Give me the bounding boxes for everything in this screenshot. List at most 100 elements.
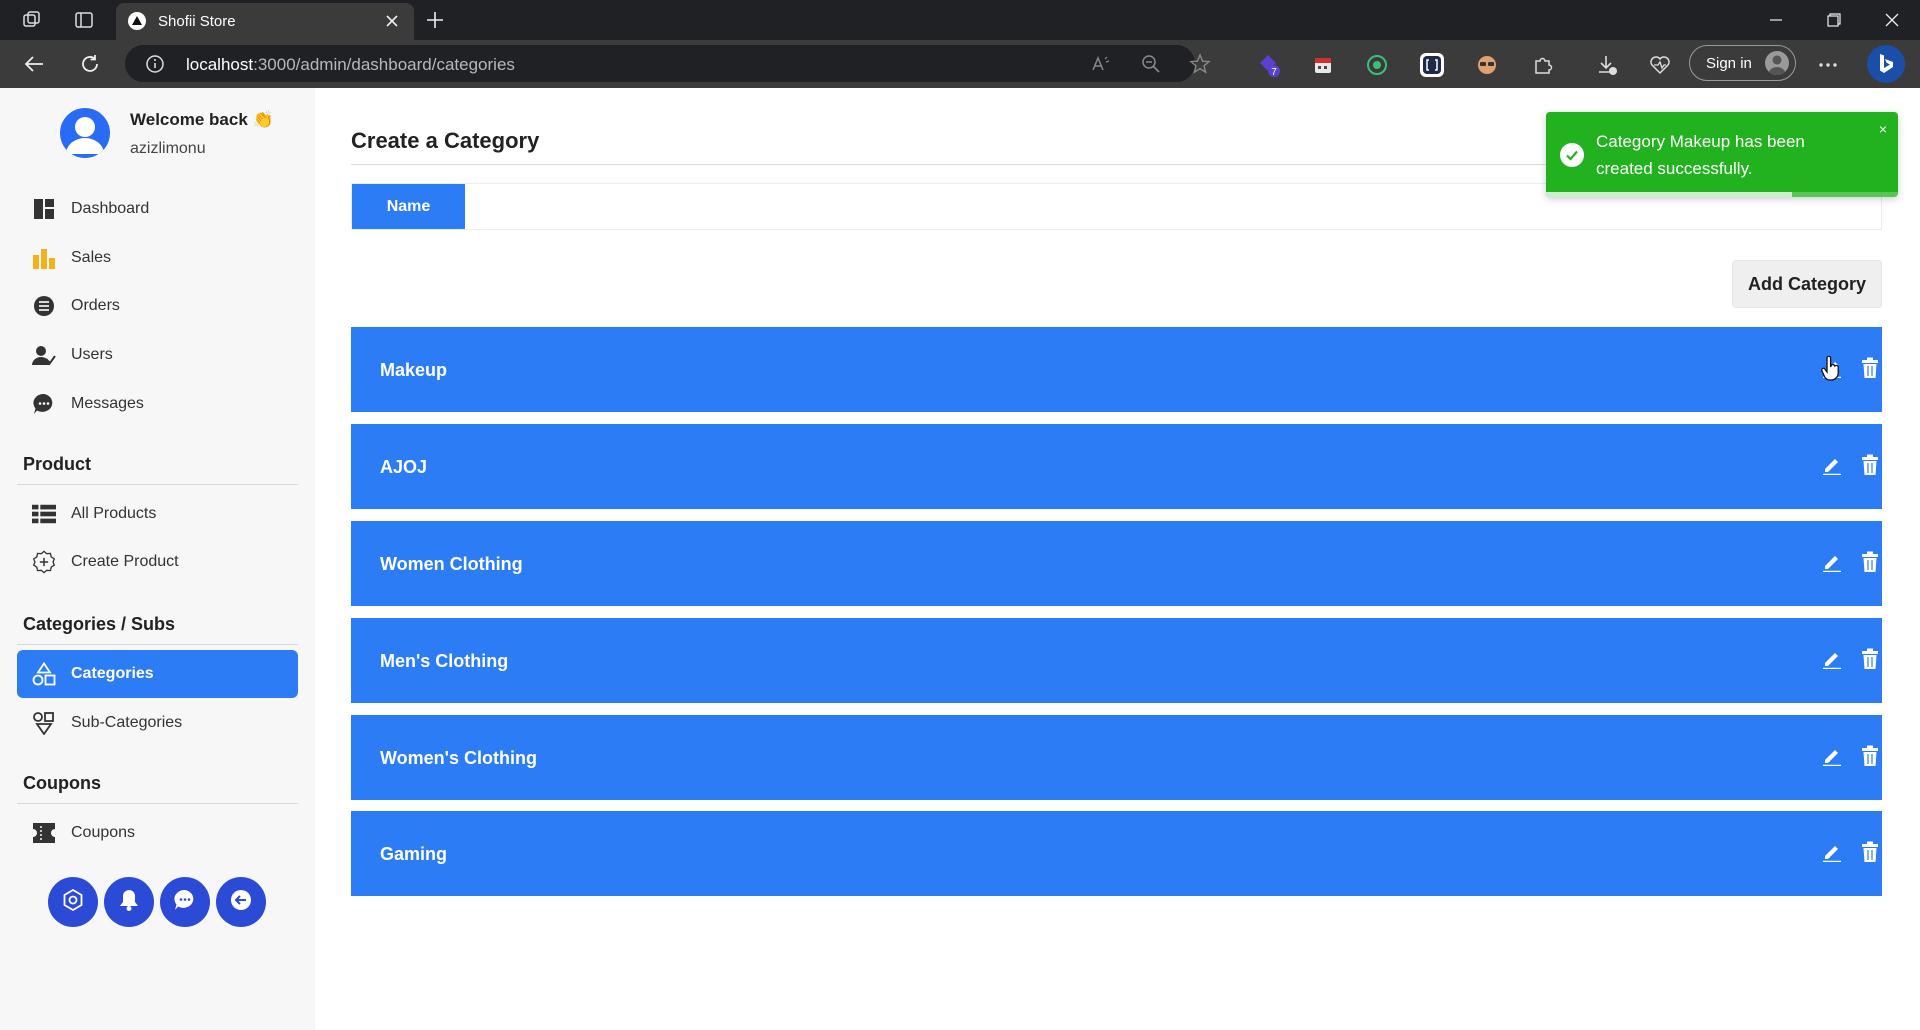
- address-bar[interactable]: localhost:3000/admin/dashboard/categorie…: [125, 45, 1211, 82]
- sidebar-item-label: Dashboard: [71, 200, 150, 217]
- close-window-icon[interactable]: [1864, 0, 1920, 40]
- category-row: Makeup: [351, 327, 1882, 412]
- trash-icon[interactable]: [1859, 840, 1881, 864]
- edit-icon[interactable]: [1821, 841, 1843, 863]
- category-name: Gaming: [380, 844, 448, 864]
- extension-calendar-icon[interactable]: [1310, 52, 1336, 78]
- toast-message: Category Makeup has been created success…: [1596, 132, 1805, 178]
- sidebar-item-all-products[interactable]: All Products: [17, 490, 298, 538]
- sidebar-item-label: Sub-Categories: [71, 714, 183, 731]
- notifications-button[interactable]: [104, 877, 154, 927]
- sub-category-icon: [32, 711, 56, 735]
- trash-icon[interactable]: [1859, 550, 1881, 574]
- dashboard-icon: [32, 197, 56, 221]
- welcome-text: Welcome back 👏: [130, 110, 274, 129]
- edit-icon[interactable]: [1821, 551, 1843, 573]
- username: azizlimonu: [130, 140, 206, 157]
- logout-button[interactable]: [216, 877, 266, 927]
- avatar: [60, 108, 110, 158]
- logout-icon: [230, 889, 252, 916]
- section-title-product: Product: [23, 454, 92, 474]
- minimize-icon[interactable]: [1748, 0, 1804, 40]
- trash-icon[interactable]: [1859, 356, 1881, 380]
- sidebar-item-messages[interactable]: Messages: [17, 380, 298, 428]
- category-row: AJOJ: [351, 424, 1882, 509]
- hand-cursor-icon: [1821, 355, 1841, 382]
- browser-titlebar: Shofii Store: [0, 0, 1920, 40]
- refresh-icon[interactable]: [76, 50, 104, 78]
- divider: [17, 484, 298, 485]
- back-icon[interactable]: [20, 50, 48, 78]
- trash-icon[interactable]: [1859, 647, 1881, 671]
- settings-button[interactable]: [48, 877, 98, 927]
- edit-icon[interactable]: [1821, 454, 1843, 476]
- divider: [17, 644, 298, 645]
- tab-title: Shofii Store: [158, 13, 236, 30]
- chat-icon: [32, 392, 56, 416]
- sidebar-item-users[interactable]: Users: [17, 331, 298, 379]
- category-name: Women's Clothing: [380, 748, 537, 768]
- store-favicon-icon: [128, 12, 146, 30]
- sidebar-item-dashboard[interactable]: Dashboard: [17, 185, 298, 233]
- name-label: Name: [352, 184, 465, 229]
- downloads-icon[interactable]: [1594, 52, 1620, 78]
- sidebar-item-label: Orders: [71, 297, 120, 314]
- category-row: Gaming: [351, 811, 1882, 896]
- sidebar-item-coupons[interactable]: Coupons: [17, 809, 298, 857]
- browser-essentials-icon[interactable]: [1647, 52, 1673, 78]
- sidebar-item-label: Coupons: [71, 824, 136, 841]
- grid-list-icon: [32, 502, 56, 526]
- message-icon: [174, 889, 196, 916]
- tab-close-icon[interactable]: [380, 9, 404, 33]
- users-icon: [32, 343, 56, 367]
- sidebar-item-label: Sales: [71, 249, 112, 266]
- bell-icon: [119, 889, 139, 916]
- sales-chart-icon: [32, 246, 56, 270]
- check-icon: [1560, 143, 1584, 167]
- toast-close-icon[interactable]: ×: [1876, 121, 1890, 137]
- extension-bracket-icon[interactable]: [1419, 52, 1445, 78]
- extension-face-icon[interactable]: [1474, 52, 1500, 78]
- section-title-categories: Categories / Subs: [23, 614, 176, 634]
- extensions-puzzle-icon[interactable]: [1530, 52, 1556, 78]
- signin-button[interactable]: Sign in: [1689, 45, 1796, 81]
- sidebar-item-sales[interactable]: Sales: [17, 234, 298, 282]
- page-title: Create a Category: [351, 128, 540, 153]
- extension-badge: 7: [1271, 67, 1277, 78]
- extension-target-icon[interactable]: [1364, 52, 1390, 78]
- sidebar-item-orders[interactable]: Orders: [17, 282, 298, 330]
- plus-circle-icon: [32, 550, 56, 574]
- read-aloud-icon[interactable]: [1090, 53, 1112, 75]
- more-options-icon[interactable]: [1815, 52, 1841, 78]
- sidebar-item-categories[interactable]: Categories: [17, 650, 298, 698]
- copilot-icon[interactable]: [1867, 45, 1905, 83]
- section-title-coupons: Coupons: [23, 773, 101, 793]
- url-host: localhost: [186, 55, 254, 74]
- category-name: AJOJ: [380, 457, 428, 477]
- new-tab-icon[interactable]: [422, 7, 448, 33]
- tab-actions-icon[interactable]: [72, 8, 96, 32]
- restore-icon[interactable]: [1806, 0, 1862, 40]
- trash-icon[interactable]: [1859, 453, 1881, 477]
- trash-icon[interactable]: [1859, 744, 1881, 768]
- extension-gem-icon[interactable]: 7: [1256, 52, 1282, 78]
- sidebar-item-create-product[interactable]: Create Product: [17, 538, 298, 586]
- category-row: Men's Clothing: [351, 618, 1882, 703]
- sidebar-item-sub-categories[interactable]: Sub-Categories: [17, 699, 298, 747]
- workspaces-icon[interactable]: [20, 8, 44, 32]
- category-row: Women Clothing: [351, 521, 1882, 606]
- category-name: Makeup: [380, 360, 448, 380]
- site-info-icon[interactable]: [145, 54, 165, 74]
- edit-icon[interactable]: [1821, 745, 1843, 767]
- browser-toolbar: localhost:3000/admin/dashboard/categorie…: [0, 40, 1920, 88]
- edit-icon[interactable]: [1821, 648, 1843, 670]
- signin-label: Sign in: [1706, 55, 1752, 72]
- browser-tab[interactable]: Shofii Store: [116, 3, 414, 40]
- url-text[interactable]: localhost:3000/admin/dashboard/categorie…: [186, 55, 515, 75]
- messages-button[interactable]: [160, 877, 210, 927]
- zoom-icon[interactable]: [1140, 53, 1162, 75]
- main-content: Create a Category Name Add Category Make…: [315, 88, 1920, 1030]
- add-category-button[interactable]: Add Category: [1732, 260, 1882, 308]
- ticket-icon: [32, 821, 56, 845]
- favorite-star-icon[interactable]: [1189, 53, 1211, 75]
